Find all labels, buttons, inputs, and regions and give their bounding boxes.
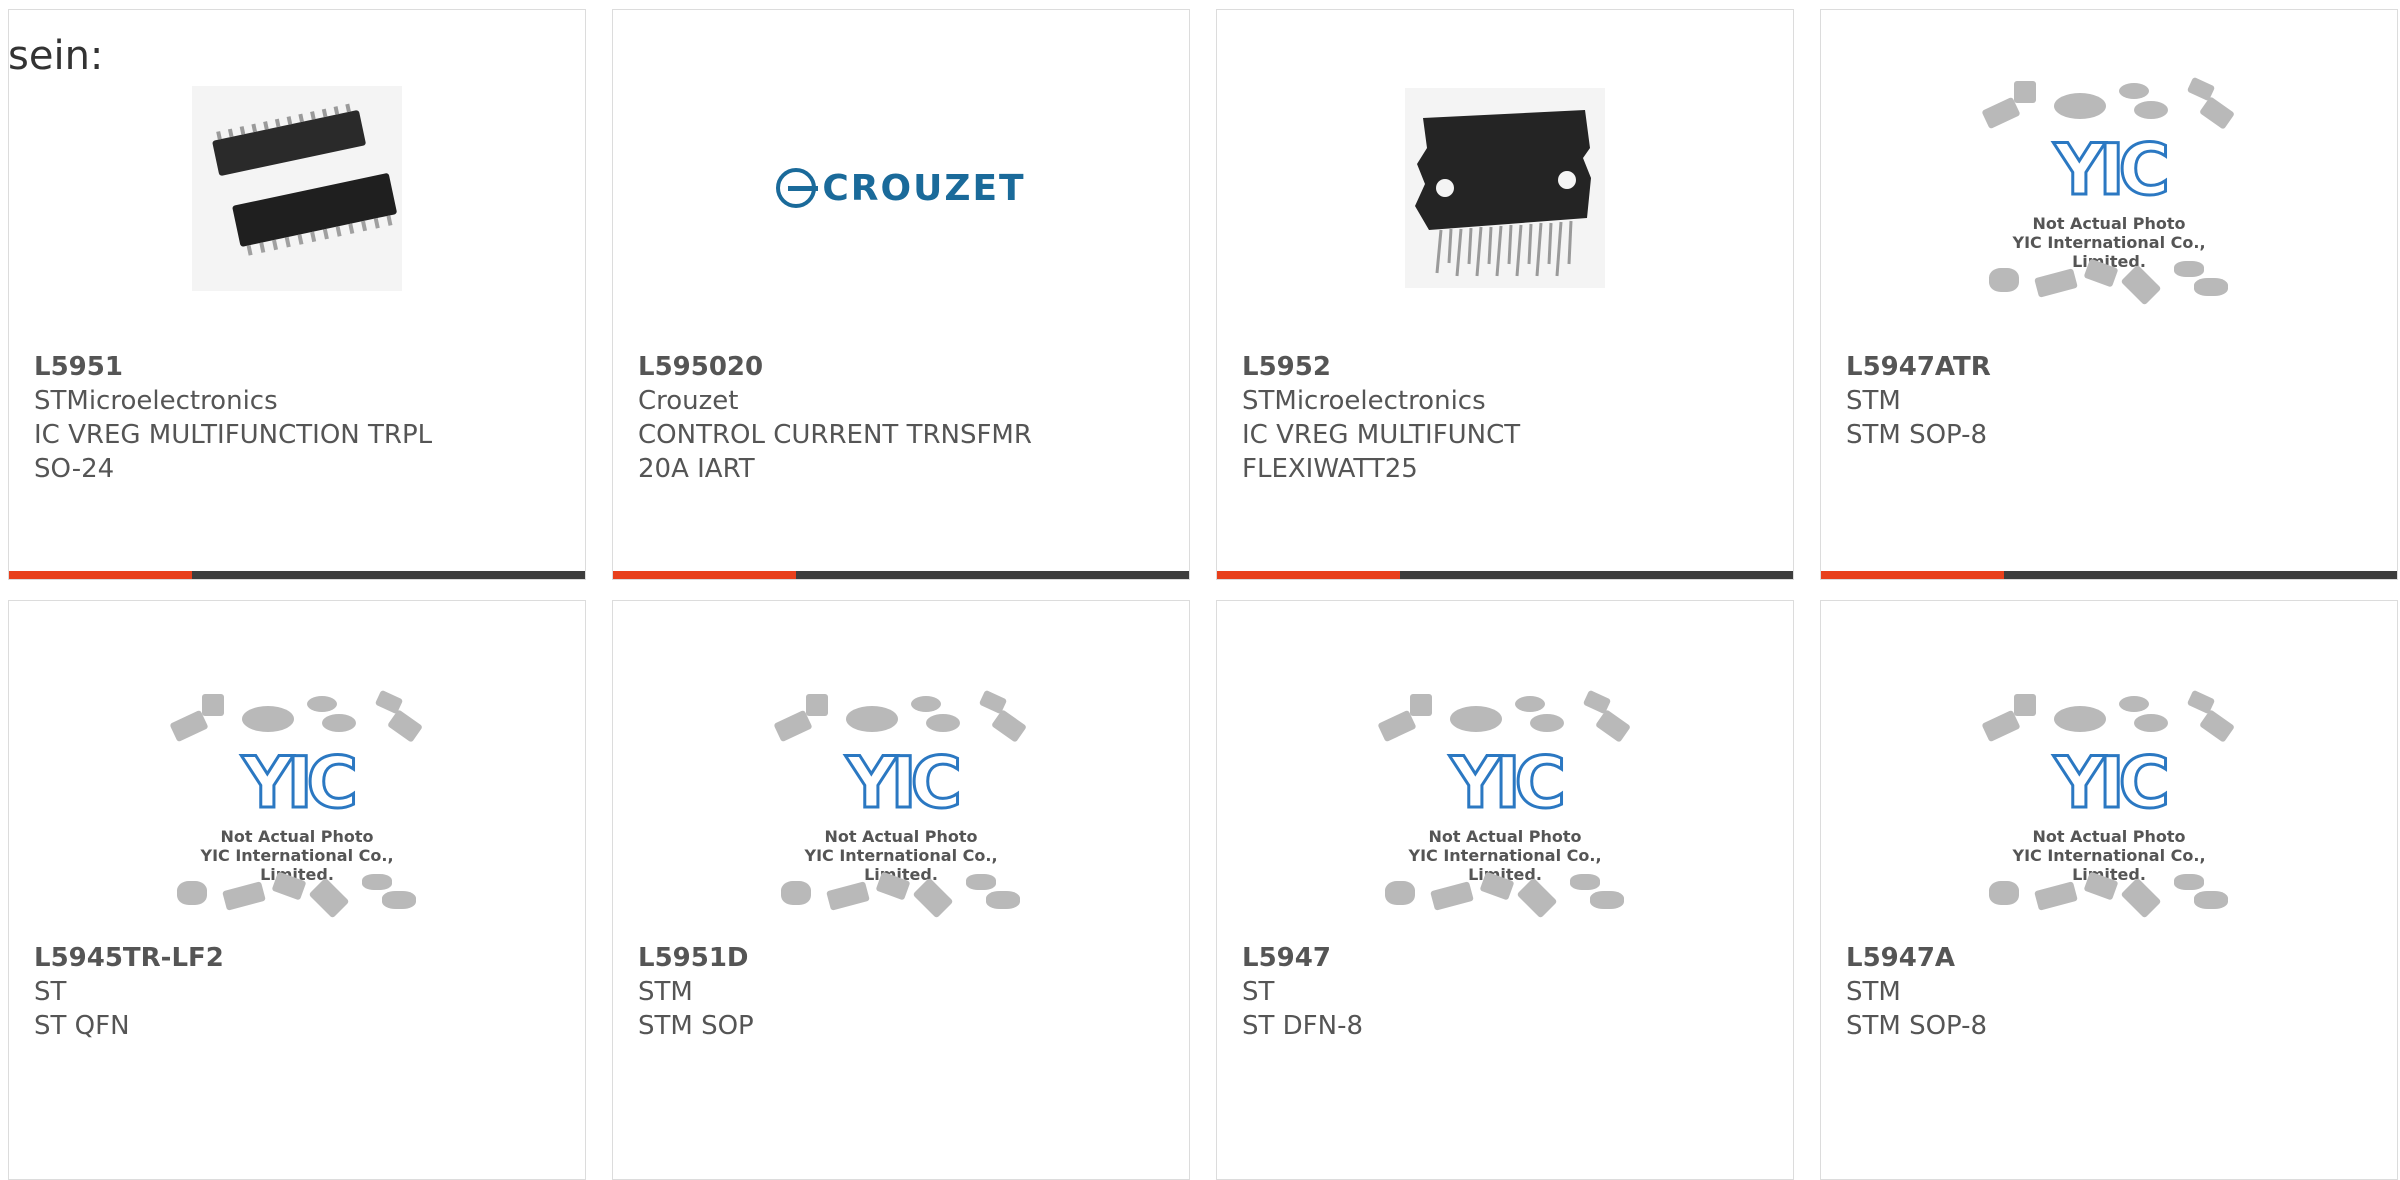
card-accent bbox=[9, 571, 192, 579]
card-bottom-bar bbox=[613, 571, 1189, 579]
flexiwatt-chip-icon bbox=[1405, 88, 1605, 288]
card-accent bbox=[613, 571, 796, 579]
manufacturer: ST bbox=[34, 977, 67, 1007]
product-card-l5947a[interactable]: YIC Not Actual Photo YIC International C… bbox=[1820, 600, 2398, 1180]
not-actual-photo-label: Not Actual Photo bbox=[220, 827, 374, 846]
part-number[interactable]: L5947 bbox=[1242, 941, 1773, 975]
manufacturer: STM bbox=[638, 977, 693, 1007]
crouzet-ring-icon bbox=[776, 168, 819, 208]
yic-logo: YIC bbox=[844, 742, 963, 824]
product-image[interactable]: YIC Not Actual Photo YIC International C… bbox=[1821, 689, 2397, 919]
manufacturer: STMicroelectronics bbox=[1242, 386, 1486, 416]
product-image[interactable]: YIC Not Actual Photo YIC International C… bbox=[613, 689, 1189, 919]
product-image[interactable] bbox=[9, 78, 585, 298]
product-image[interactable]: YIC Not Actual Photo YIC International C… bbox=[1217, 689, 1793, 919]
card-bottom-bar bbox=[1217, 571, 1793, 579]
not-actual-photo-label: Not Actual Photo bbox=[824, 827, 978, 846]
description-line-1: ST QFN bbox=[34, 1011, 130, 1041]
manufacturer: STMicroelectronics bbox=[34, 386, 278, 416]
description-line-1: IC VREG MULTIFUNCTION TRPL bbox=[34, 420, 433, 450]
description-line-1: STM SOP bbox=[638, 1011, 754, 1041]
product-card-l595020[interactable]: CROUZET L595020 Crouzet CONTROL CURRENT … bbox=[612, 9, 1190, 580]
manufacturer: STM bbox=[1846, 977, 1901, 1007]
card-accent bbox=[1821, 571, 2004, 579]
description-line-1: IC VREG MULTIFUNCT bbox=[1242, 420, 1521, 450]
product-image[interactable]: YIC Not Actual Photo YIC International C… bbox=[1821, 76, 2397, 306]
crouzet-logo-text: CROUZET bbox=[822, 167, 1026, 209]
description-line-1: STM SOP-8 bbox=[1846, 1011, 1988, 1041]
yic-placeholder-image: YIC Not Actual Photo YIC International C… bbox=[162, 686, 432, 919]
not-actual-photo-label: Not Actual Photo bbox=[2032, 827, 2186, 846]
part-number[interactable]: L5951 bbox=[34, 350, 565, 384]
part-number[interactable]: L5945TR-LF2 bbox=[34, 941, 565, 975]
product-card-l5951d[interactable]: YIC Not Actual Photo YIC International C… bbox=[612, 600, 1190, 1180]
description-line-2: SO-24 bbox=[34, 454, 115, 484]
card-accent bbox=[1217, 571, 1400, 579]
yic-placeholder-image: YIC Not Actual Photo YIC International C… bbox=[1974, 686, 2244, 919]
card-bottom-bar bbox=[1821, 571, 2397, 579]
yic-logo: YIC bbox=[1448, 742, 1567, 824]
yic-logo: YIC bbox=[240, 742, 359, 824]
part-number[interactable]: L595020 bbox=[638, 350, 1169, 384]
yic-placeholder-image: YIC Not Actual Photo YIC International C… bbox=[1974, 73, 2244, 306]
manufacturer: Crouzet bbox=[638, 386, 739, 416]
product-image[interactable]: YIC Not Actual Photo YIC International C… bbox=[9, 689, 585, 919]
not-actual-photo-label: Not Actual Photo bbox=[1428, 827, 1582, 846]
product-card-l5947[interactable]: YIC Not Actual Photo YIC International C… bbox=[1216, 600, 1794, 1180]
product-card-l5951[interactable]: L5951 STMicroelectronics IC VREG MULTIFU… bbox=[8, 9, 586, 580]
yic-logo: YIC bbox=[2052, 129, 2171, 211]
yic-placeholder-image: YIC Not Actual Photo YIC International C… bbox=[766, 686, 1036, 919]
soic-chip-icon bbox=[192, 85, 402, 291]
description-line-1: CONTROL CURRENT TRNSFMR bbox=[638, 420, 1032, 450]
description-line-2: FLEXIWATT25 bbox=[1242, 454, 1418, 484]
card-bottom-bar bbox=[9, 571, 585, 579]
product-card-l5952[interactable]: L5952 STMicroelectronics IC VREG MULTIFU… bbox=[1216, 9, 1794, 580]
product-image[interactable] bbox=[1217, 78, 1793, 298]
not-actual-photo-label: Not Actual Photo bbox=[2032, 214, 2186, 233]
yic-placeholder-image: YIC Not Actual Photo YIC International C… bbox=[1370, 686, 1640, 919]
part-number[interactable]: L5952 bbox=[1242, 350, 1773, 384]
yic-logo: YIC bbox=[2052, 742, 2171, 824]
product-image[interactable]: CROUZET bbox=[613, 78, 1189, 298]
part-number[interactable]: L5951D bbox=[638, 941, 1169, 975]
manufacturer: ST bbox=[1242, 977, 1275, 1007]
product-card-l5947atr[interactable]: YIC Not Actual Photo YIC International C… bbox=[1820, 9, 2398, 580]
description-line-1: STM SOP-8 bbox=[1846, 420, 1988, 450]
product-card-l5945tr-lf2[interactable]: YIC Not Actual Photo YIC International C… bbox=[8, 600, 586, 1180]
part-number[interactable]: L5947ATR bbox=[1846, 350, 2377, 384]
intro-text: sein: bbox=[8, 33, 104, 79]
description-line-2: 20A IART bbox=[638, 454, 755, 484]
part-number[interactable]: L5947A bbox=[1846, 941, 2377, 975]
description-line-1: ST DFN-8 bbox=[1242, 1011, 1363, 1041]
crouzet-logo: CROUZET bbox=[776, 168, 1025, 209]
manufacturer: STM bbox=[1846, 386, 1901, 416]
